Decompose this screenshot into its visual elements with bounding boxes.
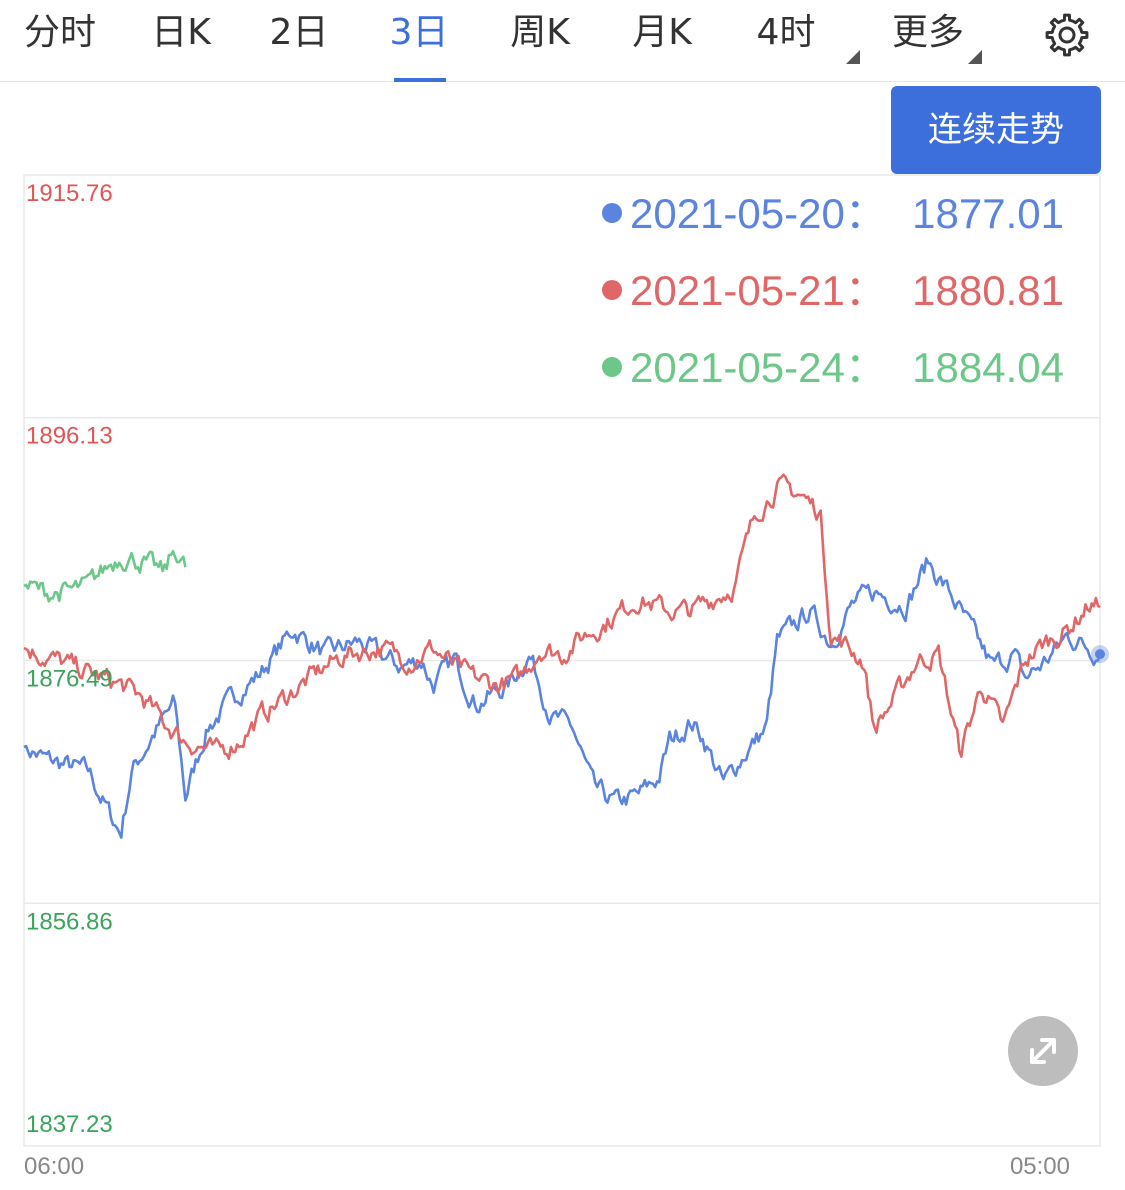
legend-separator: ： xyxy=(845,190,887,237)
x-tick-label: 06:00 xyxy=(24,1153,84,1180)
legend-dot xyxy=(602,280,622,300)
legend-entry: 2021-05-20： xyxy=(630,190,887,237)
expand-icon xyxy=(1030,1038,1056,1064)
legend-value: 1884.04 xyxy=(912,344,1064,391)
y-tick-label: 1896.13 xyxy=(26,423,113,450)
y-tick-label: 1837.23 xyxy=(26,1111,113,1138)
legend-separator: ： xyxy=(845,344,887,391)
legend-entry: 2021-05-24： xyxy=(630,344,887,391)
legend-separator: ： xyxy=(845,267,887,314)
legend-date: 2021-05-24 xyxy=(630,344,845,391)
y-tick-label: 1915.76 xyxy=(26,180,113,207)
y-tick-label: 1876.49 xyxy=(26,666,113,693)
price-line-chart: 1915.76 1896.13 1876.49 1856.86 1837.23 06:00… xyxy=(23,174,1109,1180)
series-line xyxy=(23,557,1102,839)
legend-value: 1880.81 xyxy=(912,267,1064,314)
x-tick-label: 05:00 xyxy=(1010,1153,1070,1180)
y-tick-label: 1856.86 xyxy=(26,908,113,935)
legend-dot xyxy=(602,357,622,377)
series-line xyxy=(23,550,187,603)
legend-date: 2021-05-21 xyxy=(630,267,845,314)
expand-button[interactable] xyxy=(1008,1016,1078,1086)
series-line xyxy=(23,473,1101,761)
legend-date: 2021-05-20 xyxy=(630,190,845,237)
legend-value: 1877.01 xyxy=(912,190,1064,237)
legend-entry: 2021-05-21： xyxy=(630,267,887,314)
legend-dot xyxy=(602,203,622,223)
series-end-marker xyxy=(1095,649,1105,660)
